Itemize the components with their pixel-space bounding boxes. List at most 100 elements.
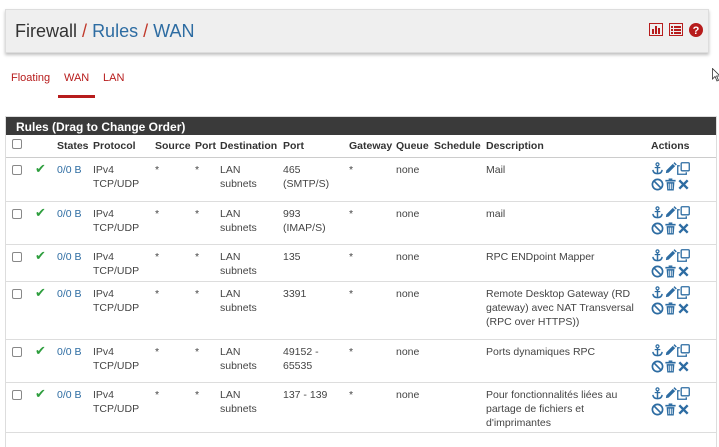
copy-icon[interactable] [677,285,690,302]
help-icon[interactable]: ? [689,22,703,42]
source-cell: * [153,339,193,383]
delete-x-icon[interactable] [677,302,690,318]
anchor-icon[interactable] [651,161,664,178]
tab-lan[interactable]: LAN [103,72,124,84]
edit-pencil-icon[interactable] [664,205,677,222]
states-link[interactable]: 0/0 B [55,339,91,383]
row-actions [649,157,716,202]
destination-port-cell: 49152 -65535 [281,339,347,383]
row-select-checkbox[interactable] [12,251,22,262]
pass-check-icon[interactable]: ✔ [35,285,46,300]
queue-cell: none [394,281,432,340]
row-select-checkbox[interactable] [12,288,22,299]
pass-check-icon[interactable]: ✔ [35,205,46,220]
schedule-cell [432,201,484,245]
table-header-row: States Protocol Source Port Destination … [6,135,716,158]
source-cell: * [153,244,193,282]
edit-pencil-icon[interactable] [664,343,677,360]
row-select-checkbox[interactable] [12,346,22,357]
delete-x-icon[interactable] [677,360,690,376]
edit-pencil-icon[interactable] [664,386,677,403]
row-select-checkbox[interactable] [12,389,22,400]
mouse-cursor-icon [712,67,719,87]
table-row[interactable]: ✔ 0/0 B IPv4 TCP/UDP * * LAN subnets 137 - 139 * n… [6,382,716,433]
description-cell: Mail [484,157,649,202]
states-link[interactable]: 0/0 B [55,382,91,433]
trash-icon[interactable] [664,264,677,281]
anchor-icon[interactable] [651,285,664,302]
gateway-cell: * [347,281,394,340]
schedule-cell [432,382,484,433]
select-all-checkbox[interactable] [12,139,22,150]
copy-icon[interactable] [677,386,690,403]
source-port-cell: * [193,201,218,245]
disable-icon[interactable] [651,302,664,318]
protocol-cell: IPv4 TCP/UDP [91,201,153,245]
bar-chart-icon[interactable] [649,23,663,41]
states-link[interactable]: 0/0 B [55,157,91,202]
breadcrumb-separator: / [82,21,88,41]
breadcrumb-wan-link[interactable]: WAN [153,21,194,41]
source-port-cell: * [193,244,218,282]
anchor-icon[interactable] [651,248,664,265]
trash-icon[interactable] [664,402,677,419]
tab-floating[interactable]: Floating [11,72,50,84]
trash-icon[interactable] [664,177,677,194]
row-select-checkbox[interactable] [12,208,22,219]
destination-cell: LAN subnets [218,201,281,245]
edit-pencil-icon[interactable] [664,248,677,265]
breadcrumb-rules-link[interactable]: Rules [92,21,138,41]
protocol-cell: IPv4 TCP/UDP [91,281,153,340]
anchor-icon[interactable] [651,386,664,403]
disable-icon[interactable] [651,178,664,194]
disable-icon[interactable] [651,222,664,238]
pass-check-icon[interactable]: ✔ [35,386,46,401]
disable-icon[interactable] [651,403,664,419]
description-cell: mail [484,201,649,245]
pass-check-icon[interactable]: ✔ [35,343,46,358]
copy-icon[interactable] [677,248,690,265]
disable-icon[interactable] [651,360,664,376]
edit-pencil-icon[interactable] [664,161,677,178]
delete-x-icon[interactable] [677,178,690,194]
table-row[interactable]: ✔ 0/0 B IPv4 TCP/UDP * * LAN subnets 465 (SMTP/S)… [6,157,716,202]
table-row[interactable]: ✔ 0/0 B IPv4 TCP/UDP * * LAN subnets 3391 * none Re… [6,281,716,340]
delete-x-icon[interactable] [677,222,690,238]
table-row[interactable]: ✔ 0/0 B IPv4 TCP/UDP * * LAN subnets 49152 -6553… [6,339,716,383]
delete-x-icon[interactable] [677,265,690,281]
tab-wan[interactable]: WAN [64,72,89,84]
queue-cell: none [394,244,432,282]
anchor-icon[interactable] [651,205,664,222]
copy-icon[interactable] [677,161,690,178]
states-link[interactable]: 0/0 B [55,201,91,245]
destination-cell: LAN subnets [218,281,281,340]
row-actions [649,382,716,433]
table-row[interactable]: ✔ 0/0 B IPv4 TCP/UDP * * LAN subnets 135 * none RPC… [6,244,716,282]
svg-text:?: ? [693,25,700,37]
col-states: States [55,135,91,158]
states-link[interactable]: 0/0 B [55,244,91,282]
states-link[interactable]: 0/0 B [55,281,91,340]
col-protocol: Protocol [91,135,153,158]
trash-icon[interactable] [664,359,677,376]
pass-check-icon[interactable]: ✔ [35,248,46,263]
source-cell: * [153,281,193,340]
gateway-cell: * [347,339,394,383]
copy-icon[interactable] [677,343,690,360]
edit-pencil-icon[interactable] [664,285,677,302]
queue-cell: none [394,382,432,433]
destination-cell: LAN subnets [218,339,281,383]
disable-icon[interactable] [651,265,664,281]
destination-port-cell: 993 (IMAP/S) [281,201,347,245]
source-cell: * [153,382,193,433]
trash-icon[interactable] [664,221,677,238]
anchor-icon[interactable] [651,343,664,360]
pass-check-icon[interactable]: ✔ [35,161,46,176]
row-select-checkbox[interactable] [12,164,22,175]
table-row[interactable]: ✔ 0/0 B IPv4 TCP/UDP * * LAN subnets 993 (IMAP/S)… [6,201,716,245]
list-icon[interactable] [669,23,683,41]
delete-x-icon[interactable] [677,403,690,419]
trash-icon[interactable] [664,301,677,318]
queue-cell: none [394,339,432,383]
copy-icon[interactable] [677,205,690,222]
